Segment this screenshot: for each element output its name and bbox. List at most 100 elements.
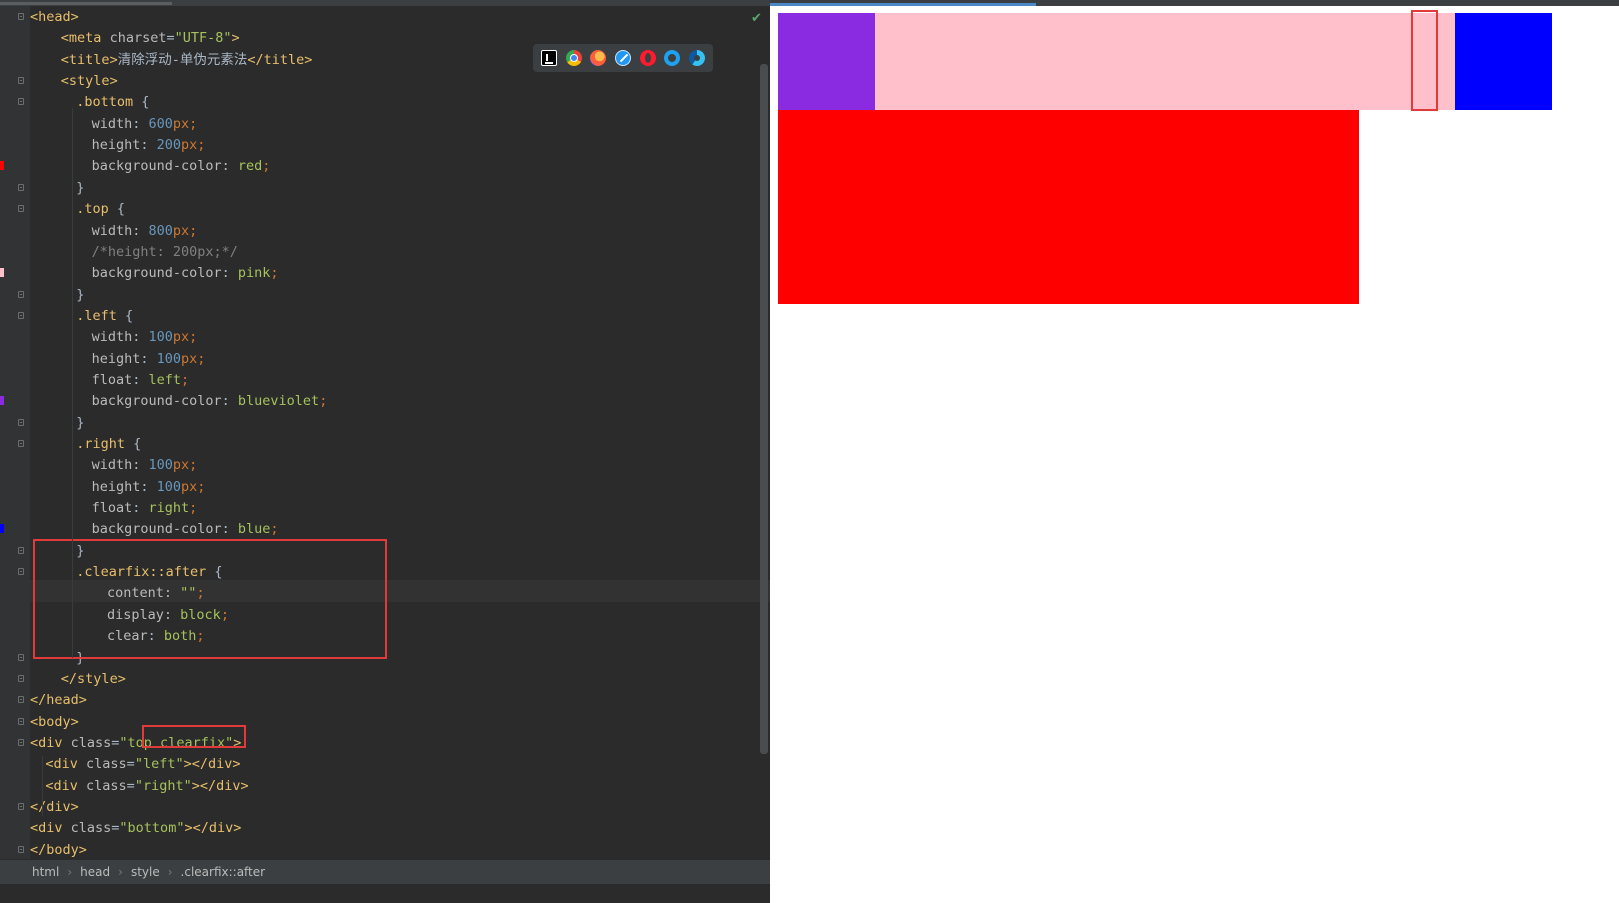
code-line[interactable]: height: 100px; — [30, 476, 206, 498]
code-line[interactable]: <style> — [30, 70, 118, 92]
code-line[interactable]: background-color: blue; — [30, 518, 279, 540]
chevron-right-icon: › — [118, 865, 123, 879]
code-line[interactable]: .bottom { — [30, 91, 149, 113]
code-token: : — [132, 329, 149, 346]
code-token: px — [181, 350, 198, 367]
fold-toggle-icon[interactable] — [18, 717, 24, 725]
fold-toggle-icon[interactable] — [18, 77, 24, 85]
line-gutter[interactable] — [0, 6, 30, 884]
fold-toggle-icon[interactable] — [18, 98, 24, 106]
code-line[interactable]: <div class="bottom"></div> — [30, 817, 241, 839]
code-token: <div — [30, 734, 71, 751]
code-line[interactable]: } — [30, 177, 84, 199]
fold-toggle-icon[interactable] — [18, 205, 24, 213]
breadcrumb-item-clearfix-after[interactable]: .clearfix::after — [181, 865, 266, 879]
code-token: .bottom — [76, 94, 134, 111]
code-line[interactable]: </body> — [30, 839, 87, 861]
intellij-icon[interactable] — [541, 50, 558, 66]
indent-guide — [72, 108, 73, 658]
fold-toggle-icon[interactable] — [18, 696, 24, 704]
code-token: ; — [189, 457, 198, 474]
code-line[interactable]: background-color: pink; — [30, 262, 279, 284]
fold-toggle-icon[interactable] — [18, 738, 24, 746]
code-token: left — [148, 371, 182, 388]
code-line[interactable]: float: left; — [30, 369, 190, 391]
code-token: class — [70, 734, 112, 751]
editor-tab-bar — [0, 0, 770, 6]
code-line[interactable]: <div class="left"></div> — [30, 753, 240, 775]
code-token: float — [91, 371, 133, 388]
code-token: height — [91, 137, 141, 154]
code-token: width — [91, 222, 133, 239]
code-line[interactable]: background-color: blueviolet; — [30, 390, 328, 412]
code-token: class — [86, 756, 127, 773]
ie-icon[interactable] — [664, 50, 681, 66]
code-token: /*height: 200px;*/ — [91, 243, 238, 260]
code-line[interactable]: </style> — [30, 668, 126, 690]
code-token: 100 — [156, 478, 182, 495]
fold-toggle-icon[interactable] — [18, 802, 24, 810]
code-token: class — [86, 777, 127, 794]
code-line[interactable]: } — [30, 412, 84, 434]
fold-toggle-icon[interactable] — [18, 418, 24, 426]
code-token: : — [140, 478, 157, 495]
opera-icon[interactable] — [639, 50, 656, 66]
fold-toggle-icon[interactable] — [18, 440, 24, 447]
code-line[interactable]: <title>清除浮动-单伪元素法</title> — [30, 49, 313, 71]
code-token: height — [91, 350, 141, 367]
code-line[interactable]: height: 100px; — [30, 348, 206, 370]
code-line[interactable]: /*height: 200px;*/ — [30, 241, 238, 263]
code-line[interactable]: height: 200px; — [30, 134, 206, 156]
code-token: <title> — [60, 51, 118, 68]
code-token: "left" — [134, 756, 184, 773]
code-line[interactable]: width: 800px; — [30, 220, 198, 242]
code-line[interactable]: .left { — [30, 305, 133, 327]
code-token: "bottom" — [119, 820, 185, 837]
code-token: ; — [270, 521, 279, 538]
code-line[interactable]: width: 100px; — [30, 326, 198, 348]
fold-toggle-icon[interactable] — [18, 183, 24, 191]
breadcrumb-item-style[interactable]: style — [131, 865, 160, 879]
edge-icon[interactable] — [688, 50, 705, 66]
indent-guide — [42, 756, 43, 816]
color-marker-blueviolet — [0, 396, 4, 405]
breadcrumb-item-head[interactable]: head — [80, 865, 110, 879]
fold-toggle-icon[interactable] — [18, 653, 24, 661]
code-line[interactable]: <meta charset="UTF-8"> — [30, 27, 240, 49]
code-token: <body> — [30, 713, 79, 730]
fold-toggle-icon[interactable] — [18, 290, 24, 298]
code-token: : — [221, 521, 238, 538]
editor-scrollbar[interactable] — [760, 64, 768, 754]
code-line[interactable]: <head> — [30, 6, 79, 28]
code-line[interactable]: <body> — [30, 711, 79, 733]
fold-toggle-icon[interactable] — [18, 674, 24, 682]
color-marker-red — [0, 161, 4, 170]
chrome-icon[interactable] — [565, 50, 582, 66]
code-line[interactable]: .right { — [30, 433, 141, 455]
code-editor[interactable]: <head> <meta charset="UTF-8"> <title>清除浮动-… — [0, 0, 770, 903]
code-line[interactable]: </head> — [30, 689, 87, 711]
code-token: 200 — [156, 137, 182, 154]
fold-toggle-icon[interactable] — [18, 13, 24, 20]
code-line[interactable]: float: right; — [30, 497, 198, 519]
preview-load-indicator — [770, 3, 1036, 6]
code-line[interactable]: <div class="right"></div> — [30, 775, 248, 797]
right-float-box — [1455, 13, 1552, 110]
fold-toggle-icon[interactable] — [18, 845, 24, 853]
code-line[interactable]: width: 100px; — [30, 454, 198, 476]
code-line[interactable]: </div> — [30, 796, 79, 818]
code-token: ; — [197, 478, 206, 495]
firefox-icon[interactable] — [590, 50, 607, 66]
code-line[interactable]: .top { — [30, 198, 125, 220]
fold-toggle-icon[interactable] — [18, 546, 24, 554]
color-marker-pink — [0, 268, 4, 277]
code-line[interactable]: } — [30, 284, 84, 306]
code-line[interactable]: background-color: red; — [30, 155, 271, 177]
safari-icon[interactable] — [614, 50, 631, 66]
chevron-right-icon: › — [67, 865, 73, 879]
code-line[interactable]: width: 600px; — [30, 113, 198, 135]
breadcrumb-item-html[interactable]: html — [32, 865, 59, 879]
code-token: ; — [189, 329, 198, 346]
fold-toggle-icon[interactable] — [18, 311, 24, 319]
fold-toggle-icon[interactable] — [18, 568, 24, 576]
